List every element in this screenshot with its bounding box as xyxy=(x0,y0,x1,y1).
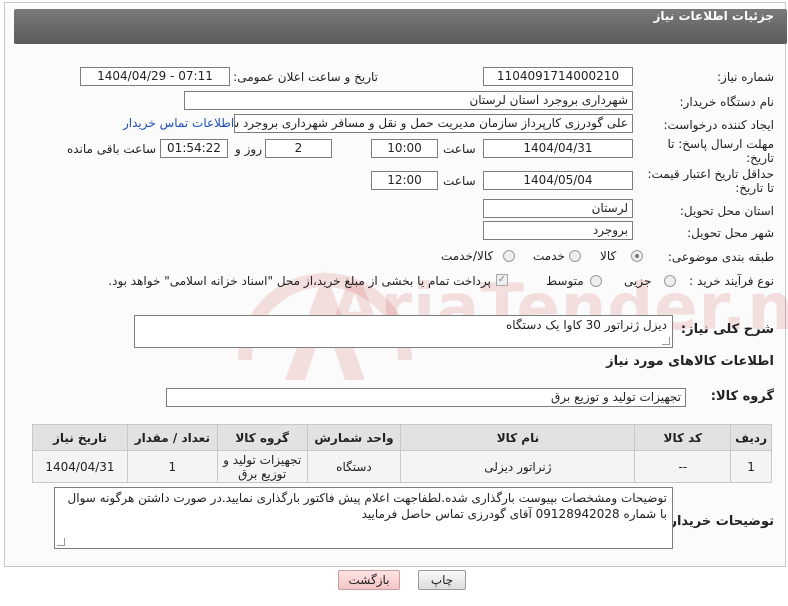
description-field: دیزل ژنراتور 30 کاوا یک دستگاه xyxy=(134,315,673,348)
col-qty: تعداد / مقدار xyxy=(126,424,218,451)
validity-time-field: 12:00 xyxy=(371,171,438,190)
category-label: طبقه بندی موضوعی: xyxy=(667,250,774,264)
col-row: ردیف xyxy=(730,424,772,451)
buyer-org-field: شهرداری بروجرد استان لرستان xyxy=(184,91,633,110)
col-name: نام کالا xyxy=(400,424,636,451)
days-field: 2 xyxy=(265,139,332,158)
category-option-goods-service: کالا/خدمت xyxy=(441,249,494,263)
cell-row: 1 xyxy=(730,450,772,483)
city-label: شهر محل تحویل: xyxy=(687,226,774,240)
remaining-time-field: 01:54:22 xyxy=(160,139,228,158)
validity-label-2: تا تاریخ: xyxy=(735,181,774,195)
col-unit: واحد شمارش xyxy=(306,424,402,451)
treasury-payment-checkbox[interactable]: ✓ xyxy=(496,274,508,286)
category-radio-goods-service[interactable] xyxy=(503,250,515,262)
col-group: گروه کالا xyxy=(216,424,308,451)
category-radio-service[interactable] xyxy=(569,250,581,262)
goods-group-field: تجهیزات تولید و توزیع برق xyxy=(166,388,686,407)
announce-label: تاریخ و ساعت اعلان عمومی: xyxy=(233,70,378,84)
print-button[interactable]: چاپ xyxy=(418,570,466,590)
goods-section-title: اطلاعات کالاهای مورد نیاز xyxy=(606,354,774,369)
need-number-label: شماره نیاز: xyxy=(717,70,774,84)
cell-qty: 1 xyxy=(126,450,218,483)
process-radio-minor[interactable] xyxy=(664,275,676,287)
buyer-notes-field: توضیحات ومشخصات بپیوست بارگذاری شده.لطفا… xyxy=(54,487,673,549)
deadline-time-field: 10:00 xyxy=(371,139,438,158)
category-option-service: خدمت xyxy=(533,249,565,263)
process-radio-medium[interactable] xyxy=(590,275,602,287)
goods-table: ردیف کد کالا نام کالا واحد شمارش گروه کا… xyxy=(32,424,772,483)
col-code: کد کالا xyxy=(634,424,732,451)
validity-time-label: ساعت xyxy=(443,174,476,188)
city-field: بروجرد xyxy=(483,221,633,240)
creator-label: ایجاد کننده درخواست: xyxy=(663,118,774,132)
page-title: جزئیات اطلاعات نیاز xyxy=(653,9,774,23)
days-label: روز و xyxy=(235,142,262,156)
description-label: شرح کلی نیاز: xyxy=(680,322,774,337)
process-option-medium: متوسط xyxy=(546,274,584,288)
validity-date-field: 1404/05/04 xyxy=(483,171,633,190)
remaining-label: ساعت باقی مانده xyxy=(66,142,156,156)
cell-code: -- xyxy=(634,450,732,483)
deadline-date-field: 1404/04/31 xyxy=(483,139,633,158)
buyer-notes-label: توضیحات خریدار: xyxy=(664,514,774,529)
cell-date: 1404/04/31 xyxy=(32,450,128,483)
resize-grip-icon[interactable] xyxy=(662,337,670,345)
process-label: نوع فرآیند خرید : xyxy=(689,274,774,288)
validity-label: حداقل تاریخ اعتبار قیمت: xyxy=(647,167,774,181)
cell-unit: دستگاه xyxy=(306,450,402,483)
province-label: استان محل تحویل: xyxy=(679,204,774,218)
buyer-notes-text: توضیحات ومشخصات بپیوست بارگذاری شده.لطفا… xyxy=(67,491,667,521)
back-button[interactable]: بازگشت xyxy=(338,570,400,590)
deadline-time-label: ساعت xyxy=(443,142,476,156)
process-option-minor: جزیی xyxy=(624,274,652,288)
need-number-field: 1104091714000210 xyxy=(483,67,633,86)
category-radio-goods[interactable] xyxy=(631,250,643,262)
cell-group: تجهیزات تولید و توزیع برق xyxy=(216,450,308,483)
treasury-payment-note: پرداخت تمام یا بخشی از مبلغ خرید،از محل … xyxy=(108,274,491,288)
cell-name: ژنراتور دیزلی xyxy=(400,450,636,483)
deadline-label-2: تاریخ: xyxy=(746,151,774,165)
col-date: تاریخ نیاز xyxy=(32,424,128,451)
description-text: دیزل ژنراتور 30 کاوا یک دستگاه xyxy=(506,318,667,332)
announce-field: 1404/04/29 - 07:11 xyxy=(80,67,230,86)
category-option-goods: کالا xyxy=(600,249,617,263)
goods-group-label: گروه کالا: xyxy=(710,389,774,404)
buyer-contact-link[interactable]: اطلاعات تماس خریدار xyxy=(123,116,234,130)
creator-field: علی گودرزی کارپرداز سازمان مدیریت حمل و … xyxy=(234,114,633,133)
province-field: لرستان xyxy=(483,199,633,218)
resize-grip-icon[interactable] xyxy=(57,538,65,546)
buyer-org-label: نام دستگاه خریدار: xyxy=(679,95,775,109)
table-row: 1 -- ژنراتور دیزلی دستگاه تجهیزات تولید … xyxy=(32,450,772,483)
table-header-row: ردیف کد کالا نام کالا واحد شمارش گروه کا… xyxy=(32,424,772,451)
deadline-label: مهلت ارسال پاسخ: تا xyxy=(667,137,774,151)
